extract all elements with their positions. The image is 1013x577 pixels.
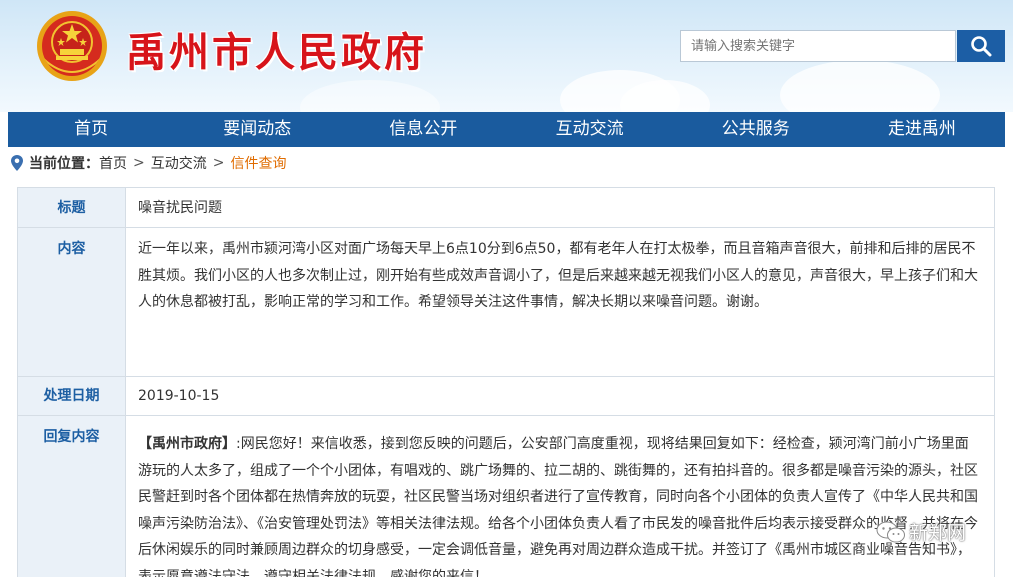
search-icon (971, 36, 992, 57)
watermark: 新郑网 (876, 518, 966, 545)
date-label: 处理日期 (18, 377, 126, 415)
watermark-text: 新郑网 (909, 522, 967, 544)
nav-item-info-disclosure[interactable]: 信息公开 (340, 112, 506, 147)
cloud-decoration (780, 60, 940, 112)
breadcrumb-label: 当前位置： (29, 156, 99, 172)
letter-date-row: 处理日期 2019-10-15 (18, 377, 994, 416)
nav-item-home[interactable]: 首页 (8, 112, 174, 147)
search-input[interactable] (680, 30, 956, 62)
reply-value: 【禹州市政府】:网民您好！来信收悉，接到您反映的问题后，公安部门高度重视，现将结… (126, 416, 994, 577)
title-label: 标题 (18, 188, 126, 227)
breadcrumb-separator: > (212, 155, 225, 171)
search-button[interactable] (957, 30, 1005, 62)
letter-content-row: 内容 近一年以来，禹州市颍河湾小区对面广场每天早上6点10分到6点50，都有老年… (18, 228, 994, 377)
date-value: 2019-10-15 (138, 388, 220, 404)
breadcrumb: 当前位置： 首页 > 互动交流 > 信件查询 (10, 152, 286, 174)
breadcrumb-separator: > (133, 155, 145, 171)
nav-item-public-service[interactable]: 公共服务 (673, 112, 839, 147)
location-pin-icon (11, 155, 23, 171)
cloud-decoration (300, 80, 440, 112)
breadcrumb-current: 信件查询 (230, 156, 287, 172)
title-value: 噪音扰民问题 (138, 200, 222, 216)
wechat-icon (876, 521, 905, 542)
letter-detail-table: 标题 噪音扰民问题 内容 近一年以来，禹州市颍河湾小区对面广场每天早上6点10分… (17, 187, 995, 577)
letter-reply-row: 回复内容 【禹州市政府】:网民您好！来信收悉，接到您反映的问题后，公安部门高度重… (18, 416, 994, 577)
letter-title-row: 标题 噪音扰民问题 (18, 188, 994, 228)
site-title: 禹州市人民政府 (126, 29, 427, 76)
breadcrumb-link-interaction[interactable]: 互动交流 (151, 153, 207, 173)
main-nav: 首页 要闻动态 信息公开 互动交流 公共服务 走进禹州 (8, 112, 1005, 147)
nav-item-news[interactable]: 要闻动态 (174, 112, 340, 147)
reply-label: 回复内容 (18, 416, 126, 577)
breadcrumb-link-home[interactable]: 首页 (99, 153, 127, 173)
content-value: 近一年以来，禹州市颍河湾小区对面广场每天早上6点10分到6点50，都有老年人在打… (138, 241, 978, 310)
reply-text: :网民您好！来信收悉，接到您反映的问题后，公安部门高度重视，现将结果回复如下：经… (138, 436, 978, 577)
site-header: 禹州市人民政府 (0, 0, 1013, 112)
content-label: 内容 (18, 228, 126, 376)
nav-item-interaction[interactable]: 互动交流 (507, 112, 673, 147)
national-emblem-icon (37, 11, 107, 81)
reply-org: 【禹州市政府】 (138, 436, 236, 452)
nav-item-about-yuzhou[interactable]: 走进禹州 (839, 112, 1005, 147)
